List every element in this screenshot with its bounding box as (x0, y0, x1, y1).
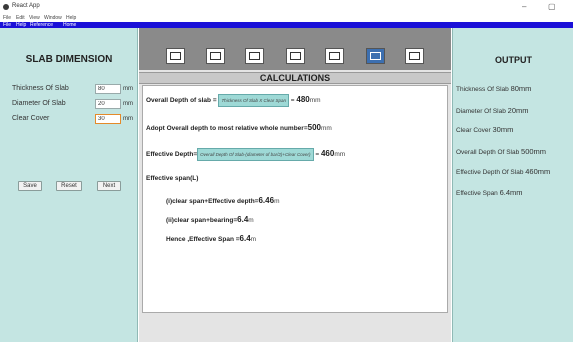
save-glyph (170, 52, 181, 60)
span-option-1-label: (i)clear span+Effective depth= (166, 198, 259, 205)
diameter-unit: mm (123, 101, 133, 107)
span-option-1: (i)clear span+Effective depth=6.46m (166, 196, 279, 205)
app-icon (3, 4, 9, 10)
adopt-depth-row: Adopt Overall depth to most relative who… (146, 123, 332, 132)
effective-span-result: Hence ,Effective Span =6.4m (166, 234, 256, 243)
overall-depth-eq: = (290, 97, 295, 105)
span-option-2-unit: m (248, 217, 254, 224)
image-glyph (290, 52, 301, 60)
span-option-1-value: 6.46 (258, 196, 275, 205)
output-thickness-value: 80mm (510, 84, 532, 93)
overall-depth-row: Overall Depth of slab = Thickness Of Sla… (146, 94, 321, 107)
adopt-depth-unit: mm (320, 125, 332, 132)
adopt-depth-label: Adopt Overall depth to most relative who… (146, 125, 308, 132)
maximize-button[interactable]: ▢ (548, 2, 556, 11)
toolbar (139, 28, 451, 70)
effective-span-label: Effective span(L) (146, 175, 199, 182)
overall-depth-label: Overall Depth of slab = (146, 97, 217, 105)
output-clear-cover-value: 30mm (492, 125, 514, 134)
overall-depth-value: 480 (296, 95, 310, 105)
window-title: React App (12, 3, 40, 9)
image-icon[interactable] (286, 48, 305, 64)
output-thickness: Thickness Of Slab 80mm (456, 84, 531, 93)
output-overall-depth-label: Overall Depth Of Slab (456, 149, 520, 156)
system-menubar: File Edit View Window Help (0, 15, 573, 22)
overall-depth-formula: Thickness Of Slab X Clear Span (218, 94, 289, 107)
output-effective-span-label: Effective Span (456, 190, 498, 197)
table-icon[interactable] (245, 48, 264, 64)
effective-depth-row: Effective Depth= Overall Depth Of Slab-(d… (146, 148, 345, 161)
save-icon[interactable] (166, 48, 185, 64)
diameter-input[interactable] (95, 99, 121, 109)
output-clear-cover: Clear Cover 30mm (456, 125, 513, 134)
menu-view[interactable]: View (29, 15, 40, 21)
output-diameter-value: 20mm (507, 106, 529, 115)
thickness-input[interactable] (95, 84, 121, 94)
page-icon[interactable] (206, 48, 225, 64)
output-effective-depth-label: Effective Depth Of Slab (456, 169, 524, 176)
effective-depth-eq: = (315, 151, 320, 159)
menu-file[interactable]: File (3, 15, 11, 21)
edit-icon[interactable] (405, 48, 424, 64)
calculations-panel: CALCULATIONS Overall Depth of slab = Thi… (139, 28, 451, 342)
output-diameter: Diameter Of Slab 20mm (456, 106, 529, 115)
effective-depth-unit: mm (334, 151, 346, 159)
menu-window[interactable]: Window (44, 15, 62, 21)
overall-depth-unit: mm (309, 97, 321, 105)
output-overall-depth-value: 500mm (521, 147, 547, 156)
output-title: OUTPUT (495, 55, 532, 65)
menu-edit[interactable]: Edit (16, 15, 25, 21)
diameter-label: Diameter Of Slab (12, 100, 66, 107)
output-overall-depth: Overall Depth Of Slab 500mm (456, 147, 546, 156)
chart-icon[interactable] (366, 48, 385, 64)
output-diameter-label: Diameter Of Slab (456, 108, 506, 115)
span-option-2-value: 6.4 (237, 215, 249, 224)
output-effective-span-value: 6.4mm (499, 188, 523, 197)
table-glyph (249, 52, 260, 60)
minimize-button[interactable]: – (522, 2, 526, 11)
effective-span-result-value: 6.4 (239, 234, 251, 243)
effective-span-result-label: Hence ,Effective Span = (166, 236, 240, 243)
span-option-1-unit: m (274, 198, 280, 205)
output-panel: OUTPUT Thickness Of Slab 80mm Diameter O… (452, 28, 573, 342)
edit-glyph (409, 52, 420, 60)
slab-dimension-title: SLAB DIMENSION (25, 54, 113, 65)
save-button[interactable]: Save (18, 181, 42, 191)
span-option-2: (ii)clear span+bearing=6.4m (166, 215, 254, 224)
calculations-body: Overall Depth of slab = Thickness Of Sla… (142, 85, 448, 313)
calculations-header: CALCULATIONS (139, 72, 451, 84)
output-effective-depth-value: 460mm (525, 167, 551, 176)
thickness-unit: mm (123, 86, 133, 92)
effective-depth-value: 460 (320, 149, 335, 159)
reset-button[interactable]: Reset (56, 181, 82, 191)
effective-span-heading: Effective span(L) (146, 175, 198, 182)
output-effective-span: Effective Span 6.4mm (456, 188, 523, 197)
page-glyph (210, 52, 221, 60)
effective-span-result-unit: m (250, 236, 257, 243)
output-effective-depth: Effective Depth Of Slab 460mm (456, 167, 550, 176)
output-thickness-label: Thickness Of Slab (456, 86, 509, 93)
next-button[interactable]: Next (97, 181, 121, 191)
span-option-2-label: (ii)clear span+bearing= (166, 217, 238, 224)
adopt-depth-value: 500 (307, 123, 321, 132)
output-clear-cover-label: Clear Cover (456, 127, 491, 134)
slab-dimension-panel: SLAB DIMENSION Thickness Of Slab mm Diam… (0, 28, 138, 342)
chart-glyph (370, 52, 381, 60)
thickness-label: Thickness Of Slab (12, 85, 69, 92)
clear-cover-input[interactable] (95, 114, 121, 124)
effective-depth-formula: Overall Depth Of Slab-(diameter of bar/2… (197, 148, 314, 161)
menu-help[interactable]: Help (66, 15, 76, 21)
clear-cover-label: Clear Cover (12, 115, 50, 122)
clear-cover-unit: mm (123, 116, 133, 122)
effective-depth-label: Effective Depth= (146, 151, 198, 159)
blank-icon[interactable] (325, 48, 344, 64)
blank-glyph (329, 52, 340, 60)
window-titlebar: React App – ▢ (0, 0, 573, 15)
